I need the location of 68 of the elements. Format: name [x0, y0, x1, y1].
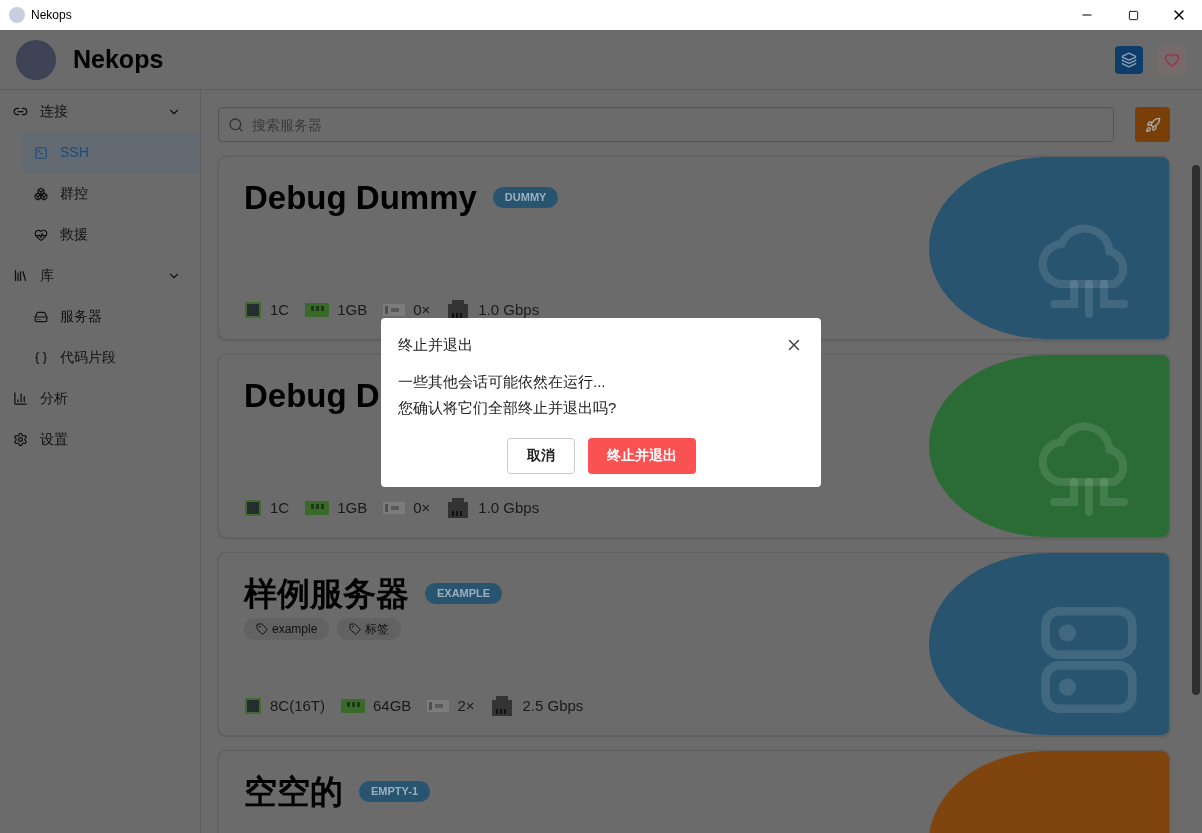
ethernet-port-icon — [446, 497, 471, 518]
heart-pulse-icon — [34, 227, 48, 242]
drive-icon — [34, 309, 48, 324]
spec-value: 0× — [413, 497, 431, 518]
window-title: Nekops — [31, 7, 72, 24]
confirm-button[interactable]: 终止并退出 — [587, 437, 696, 474]
spec-value: 1.0 Gbps — [478, 497, 540, 518]
tag-icon — [349, 623, 362, 636]
tag-icon — [256, 623, 268, 636]
cancel-button[interactable]: 取消 — [506, 437, 575, 474]
server-name: Debug D — [244, 376, 380, 416]
spec-value: 64GB — [373, 695, 412, 716]
spec-value: 2.5 Gbps — [522, 695, 584, 716]
dialog-message: 一些其他会话可能依然在运行... — [398, 371, 607, 392]
settings-icon — [13, 432, 28, 447]
spec-value: 1C — [270, 299, 290, 320]
nav-item[interactable]: 连接 — [0, 91, 200, 132]
spec-value: 2× — [457, 695, 475, 716]
server-name: Debug Dummy — [244, 178, 477, 218]
spec-value: 1.0 Gbps — [478, 299, 540, 320]
avatar — [16, 39, 56, 80]
card-icon — [383, 301, 406, 318]
memory-stick-icon — [305, 301, 330, 318]
terminal-icon — [34, 145, 48, 160]
library-icon — [13, 268, 28, 283]
server-badge: DUMMY — [492, 187, 559, 208]
app-name: Nekops — [73, 43, 164, 75]
nav-item[interactable]: 分析 — [0, 378, 200, 419]
ethernet-port-icon — [490, 695, 515, 716]
server-badge: EMPTY-1 — [359, 781, 431, 802]
search-icon — [228, 117, 244, 133]
layers-icon — [1121, 51, 1137, 68]
tag-chip[interactable]: 标签 — [337, 618, 402, 641]
braces-icon — [34, 350, 48, 365]
app-logo-icon — [9, 7, 25, 23]
nav-item[interactable]: 代码片段 — [21, 337, 200, 378]
bar-chart-icon — [13, 391, 28, 406]
card-icon — [427, 697, 450, 714]
server-name: 样例服务器 — [244, 574, 409, 614]
card-icon — [383, 499, 406, 516]
ethernet-port-icon — [446, 299, 471, 320]
nav-item[interactable]: 服务器 — [21, 296, 200, 337]
chip-icon — [244, 498, 262, 517]
rocket-button[interactable] — [1135, 107, 1170, 142]
spec-value: 0× — [413, 299, 431, 320]
chip-icon — [244, 696, 262, 715]
tag-chip[interactable]: example — [244, 618, 330, 641]
spec-value: 1GB — [337, 299, 368, 320]
spec-value: 8C(16T) — [270, 695, 325, 716]
nav-item[interactable]: 群控 — [21, 173, 200, 214]
maximize-icon — [1127, 9, 1139, 21]
circles-icon — [34, 186, 48, 201]
nav-item[interactable]: 设置 — [0, 419, 200, 460]
nav-item[interactable]: 救援 — [21, 214, 200, 255]
spec-value: 1GB — [337, 497, 368, 518]
server-card[interactable]: 样例服务器 EXAMPLE example 标签 8C(16T) 64GB 2× 2.5 Gbps — [218, 552, 1170, 736]
memory-stick-icon — [305, 499, 330, 516]
chip-icon — [244, 300, 262, 319]
server-badge: EXAMPLE — [425, 583, 503, 604]
server-name: 空空的 — [244, 772, 343, 812]
server-card[interactable]: 空空的 EMPTY-1 — [218, 750, 1170, 833]
layers-button[interactable] — [1115, 45, 1143, 74]
memory-stick-icon — [341, 697, 365, 714]
rocket-icon — [1144, 116, 1161, 133]
spec-value: 1C — [270, 497, 290, 518]
nav-item[interactable]: 库 — [0, 255, 200, 296]
dialog-message: 您确认将它们全部终止并退出吗? — [398, 398, 618, 418]
heart-icon — [1164, 51, 1180, 68]
